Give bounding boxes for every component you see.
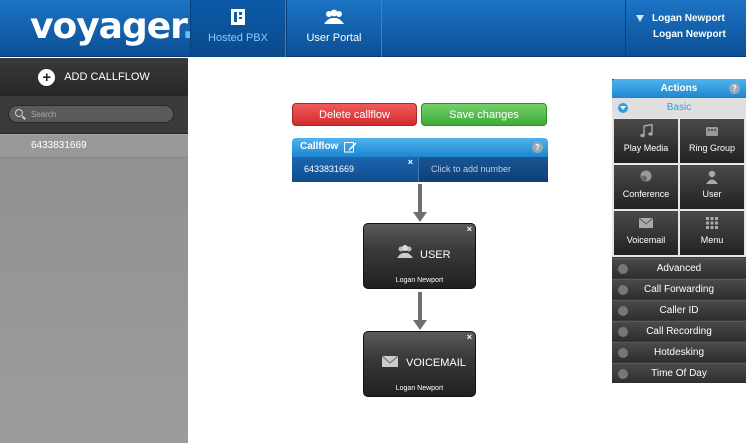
add-callflow-button[interactable]: + ADD CALLFLOW [0, 58, 188, 96]
action-label: Voicemail [626, 235, 666, 245]
user-name: Logan Newport [652, 13, 725, 24]
callflow-number[interactable]: 6433831669 × [292, 157, 418, 182]
action-label: Menu [700, 235, 724, 245]
plus-icon: + [38, 68, 56, 86]
search-area [0, 96, 188, 134]
tab-user-portal[interactable]: User Portal [286, 0, 382, 57]
remove-node-icon[interactable]: × [467, 332, 472, 342]
music-note-icon [640, 124, 653, 138]
delete-callflow-button[interactable]: Delete callflow [292, 103, 417, 126]
expand-icon [618, 306, 628, 316]
collapse-icon [618, 103, 628, 113]
logo[interactable]: voyager. [30, 6, 195, 47]
help-icon[interactable]: ? [532, 142, 543, 153]
logo-text: voyager [30, 6, 183, 47]
action-label: Ring Group [688, 143, 736, 153]
top-bar: voyager. Hosted PBX User Portal Logan Ne… [0, 0, 746, 57]
building-icon [231, 9, 245, 25]
action-ring-group[interactable]: Ring Group [680, 119, 744, 163]
search-input[interactable] [31, 108, 166, 120]
action-label: Play Media [623, 143, 669, 153]
action-conference[interactable]: Conference [614, 165, 678, 209]
expand-icon [618, 264, 628, 274]
action-user[interactable]: User [680, 165, 744, 209]
node-title: VOICEMAIL [406, 357, 466, 369]
user-dropdown[interactable]: Logan Newport [636, 13, 725, 24]
action-label: User [702, 189, 722, 199]
category-label: Call Recording [646, 326, 712, 337]
envelope-icon [381, 355, 399, 367]
category-label: Advanced [656, 263, 702, 274]
add-number-field[interactable]: Click to add number [418, 157, 548, 182]
category-label: Call Forwarding [643, 284, 715, 295]
category-label: Basic [666, 102, 692, 113]
save-changes-button[interactable]: Save changes [421, 103, 547, 126]
actions-header: Actions ? [612, 79, 746, 98]
flow-arrow [413, 292, 427, 330]
category-caller-id[interactable]: Caller ID [612, 300, 746, 320]
node-subtitle: Logan Newport [395, 385, 444, 392]
tab-label: User Portal [306, 32, 362, 44]
callflow-sidebar: + ADD CALLFLOW 6433831669 [0, 58, 188, 443]
user-menu[interactable]: Logan Newport Logan Newport [625, 0, 746, 57]
conference-icon [640, 170, 652, 182]
basic-actions-grid: Play Media Ring Group Conference User Vo… [612, 118, 746, 257]
expand-icon [618, 348, 628, 358]
callflow-title: Callflow [300, 141, 339, 152]
search-box [8, 105, 174, 123]
actions-title: Actions [660, 83, 698, 94]
node-title: USER [420, 249, 451, 261]
envelope-icon [638, 217, 654, 228]
edit-icon[interactable] [344, 141, 357, 153]
action-voicemail[interactable]: Voicemail [614, 211, 678, 255]
category-label: Caller ID [659, 305, 699, 316]
action-play-media[interactable]: Play Media [614, 119, 678, 163]
node-subtitle: Logan Newport [395, 277, 444, 284]
category-call-recording[interactable]: Call Recording [612, 321, 746, 341]
ring-group-icon [706, 127, 718, 136]
category-basic[interactable]: Basic [612, 98, 746, 118]
category-time-of-day[interactable]: Time Of Day [612, 363, 746, 383]
search-icon [15, 109, 23, 117]
actions-panel: Actions ? Basic Play Media Ring Group Co… [612, 79, 746, 383]
expand-icon [618, 369, 628, 379]
action-label: Conference [622, 189, 670, 199]
dropdown-triangle-icon [636, 14, 644, 22]
voicemail-node[interactable]: × VOICEMAIL Logan Newport [363, 331, 476, 397]
action-menu[interactable]: Menu [680, 211, 744, 255]
remove-node-icon[interactable]: × [467, 224, 472, 234]
category-label: Time Of Day [651, 368, 707, 379]
account-name: Logan Newport [653, 29, 726, 40]
remove-number-icon[interactable]: × [408, 150, 413, 175]
category-advanced[interactable]: Advanced [612, 258, 746, 278]
help-icon[interactable]: ? [729, 83, 740, 94]
flow-arrow [413, 184, 427, 222]
users-icon [324, 9, 344, 24]
callflow-numbers: 6433831669 × Click to add number [292, 157, 548, 182]
expand-icon [618, 327, 628, 337]
callflow-list-item[interactable]: 6433831669 [0, 134, 188, 158]
keypad-icon [706, 217, 718, 229]
user-node[interactable]: × USER Logan Newport [363, 223, 476, 289]
category-hotdesking[interactable]: Hotdesking [612, 342, 746, 362]
tab-label: Hosted PBX [208, 32, 268, 44]
user-icon [397, 245, 413, 258]
expand-icon [618, 285, 628, 295]
user-icon [706, 170, 718, 184]
number-label: 6433831669 [304, 164, 355, 174]
category-call-forwarding[interactable]: Call Forwarding [612, 279, 746, 299]
callflow-header: Callflow ? [292, 138, 548, 157]
add-callflow-label: ADD CALLFLOW [64, 71, 150, 83]
category-label: Hotdesking [653, 347, 705, 358]
tab-hosted-pbx[interactable]: Hosted PBX [190, 0, 286, 57]
